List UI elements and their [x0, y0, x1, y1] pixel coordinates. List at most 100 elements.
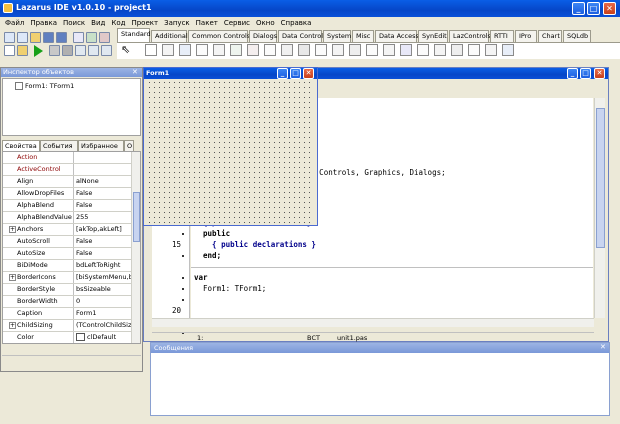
palette-component-icon-20[interactable]	[485, 44, 497, 56]
menu-item-1[interactable]: Правка	[27, 17, 60, 30]
object-inspector-close-icon[interactable]: ✕	[132, 68, 140, 76]
messages-close-icon[interactable]: ✕	[600, 343, 606, 351]
property-row[interactable]: AllowDropFiles False	[3, 188, 140, 200]
editor-vscrollbar[interactable]	[594, 98, 605, 318]
toolbar-folder-icon[interactable]	[17, 45, 28, 56]
form1-close-button[interactable]: ✕	[303, 68, 314, 79]
palette-tab-dialogs[interactable]: Dialogs	[249, 30, 277, 42]
property-value[interactable]: bdLeftToRight	[76, 260, 132, 271]
expand-icon[interactable]: +	[9, 322, 16, 329]
palette-component-icon-16[interactable]	[417, 44, 429, 56]
view-units-icon[interactable]	[86, 32, 97, 43]
maximize-button[interactable]: □	[587, 2, 600, 15]
palette-tab-chart[interactable]: Chart	[538, 30, 562, 42]
palette-component-icon-18[interactable]	[451, 44, 463, 56]
form1-maximize-button[interactable]: □	[290, 68, 301, 79]
palette-component-icon-7[interactable]	[264, 44, 276, 56]
palette-component-icon-4[interactable]	[213, 44, 225, 56]
property-value[interactable]: [biSystemMenu,bi	[76, 272, 132, 283]
editor-hscrollbar[interactable]	[152, 318, 594, 327]
close-button[interactable]: ✕	[603, 2, 616, 15]
palette-component-icon-13[interactable]	[366, 44, 378, 56]
save-icon[interactable]	[43, 32, 54, 43]
editor-minimize-button[interactable]: _	[567, 68, 578, 79]
form1-canvas[interactable]	[147, 80, 314, 223]
property-row[interactable]: BorderWidth 0	[3, 296, 140, 308]
property-row[interactable]: Caption Form1	[3, 308, 140, 320]
open-icon[interactable]	[30, 32, 41, 43]
step-into-icon[interactable]	[75, 45, 86, 56]
save-all-icon[interactable]	[56, 32, 67, 43]
palette-component-icon-19[interactable]	[468, 44, 480, 56]
property-row[interactable]: + Anchors [akTop,akLeft]	[3, 224, 140, 236]
property-row[interactable]: Color clDefault	[3, 332, 140, 343]
step-over-icon[interactable]	[88, 45, 99, 56]
property-value[interactable]: clDefault	[76, 332, 132, 343]
property-value[interactable]: (TControlChildSizin	[76, 320, 132, 331]
property-row[interactable]: Align alNone	[3, 176, 140, 188]
palette-component-icon-8[interactable]	[281, 44, 293, 56]
inspector-tab-2[interactable]: Избранное	[78, 140, 124, 151]
property-row[interactable]: AutoScroll False	[3, 236, 140, 248]
form-designer[interactable]: Form1 _ □ ✕	[143, 67, 318, 226]
palette-component-icon-10[interactable]	[315, 44, 327, 56]
property-value[interactable]: False	[76, 200, 132, 211]
property-value[interactable]: False	[76, 248, 132, 259]
property-row[interactable]: AutoSize False	[3, 248, 140, 260]
palette-tab-common-controls[interactable]: Common Controls	[188, 30, 250, 42]
palette-component-icon-12[interactable]	[349, 44, 361, 56]
palette-tab-synedit[interactable]: SynEdit	[418, 30, 448, 42]
palette-tab-data-access[interactable]: Data Access	[375, 30, 419, 42]
form1-minimize-button[interactable]: _	[277, 68, 288, 79]
palette-tab-ipro[interactable]: IPro	[515, 30, 537, 42]
menu-item-2[interactable]: Поиск	[60, 17, 88, 30]
palette-component-icon-11[interactable]	[332, 44, 344, 56]
palette-tab-system[interactable]: System	[323, 30, 351, 42]
palette-component-icon-15[interactable]	[400, 44, 412, 56]
property-row[interactable]: + BorderIcons [biSystemMenu,bi	[3, 272, 140, 284]
property-value[interactable]: Form1	[76, 308, 132, 319]
palette-tab-lazcontrols[interactable]: LazControls	[449, 30, 491, 42]
palette-component-icon-2[interactable]	[179, 44, 191, 56]
view-forms-icon[interactable]	[99, 32, 110, 43]
step-out-icon[interactable]	[101, 45, 112, 56]
run-icon[interactable]	[34, 45, 43, 57]
palette-component-icon-6[interactable]	[247, 44, 259, 56]
palette-component-icon-21[interactable]	[502, 44, 514, 56]
palette-tab-additional[interactable]: Additional	[151, 30, 188, 42]
editor-vscroll-thumb[interactable]	[596, 108, 605, 248]
inspector-tab-0[interactable]: Свойства	[2, 140, 40, 151]
property-row[interactable]: BorderStyle bsSizeable	[3, 284, 140, 296]
property-row[interactable]: ActiveControl	[3, 164, 140, 176]
palette-tab-rtti[interactable]: RTTI	[490, 30, 514, 42]
property-row[interactable]: AlphaBlendValue 255	[3, 212, 140, 224]
property-value[interactable]: bsSizeable	[76, 284, 132, 295]
new-unit-icon[interactable]	[4, 32, 15, 43]
property-value[interactable]: alNone	[76, 176, 132, 187]
toolbar-new-icon[interactable]	[4, 45, 15, 56]
menu-item-0[interactable]: Файл	[2, 17, 27, 30]
toggle-form-icon[interactable]	[73, 32, 84, 43]
palette-component-icon-17[interactable]	[434, 44, 446, 56]
property-row[interactable]: BiDiMode bdLeftToRight	[3, 260, 140, 272]
palette-component-icon-1[interactable]	[162, 44, 174, 56]
palette-tab-sqldb[interactable]: SQLdb	[563, 30, 591, 42]
editor-close-button[interactable]: ✕	[594, 68, 605, 79]
property-row[interactable]: Action	[3, 152, 140, 164]
minimize-button[interactable]: _	[572, 2, 585, 15]
editor-maximize-button[interactable]: □	[580, 68, 591, 79]
pause-icon[interactable]	[49, 45, 60, 56]
stop-icon[interactable]	[62, 45, 73, 56]
expand-icon[interactable]: +	[9, 274, 16, 281]
selection-tool-icon[interactable]: ⇖	[121, 44, 133, 56]
palette-tab-standard[interactable]: Standard	[117, 28, 151, 42]
property-value[interactable]: 255	[76, 212, 132, 223]
new-form-icon[interactable]	[17, 32, 28, 43]
palette-component-icon-5[interactable]	[230, 44, 242, 56]
property-value[interactable]: [akTop,akLeft]	[76, 224, 132, 235]
palette-component-icon-0[interactable]	[145, 44, 157, 56]
tree-item-form1[interactable]: Form1: TForm1	[25, 82, 74, 90]
property-value[interactable]: False	[76, 188, 132, 199]
palette-tab-misc[interactable]: Misc	[352, 30, 374, 42]
expand-icon[interactable]: +	[9, 226, 16, 233]
